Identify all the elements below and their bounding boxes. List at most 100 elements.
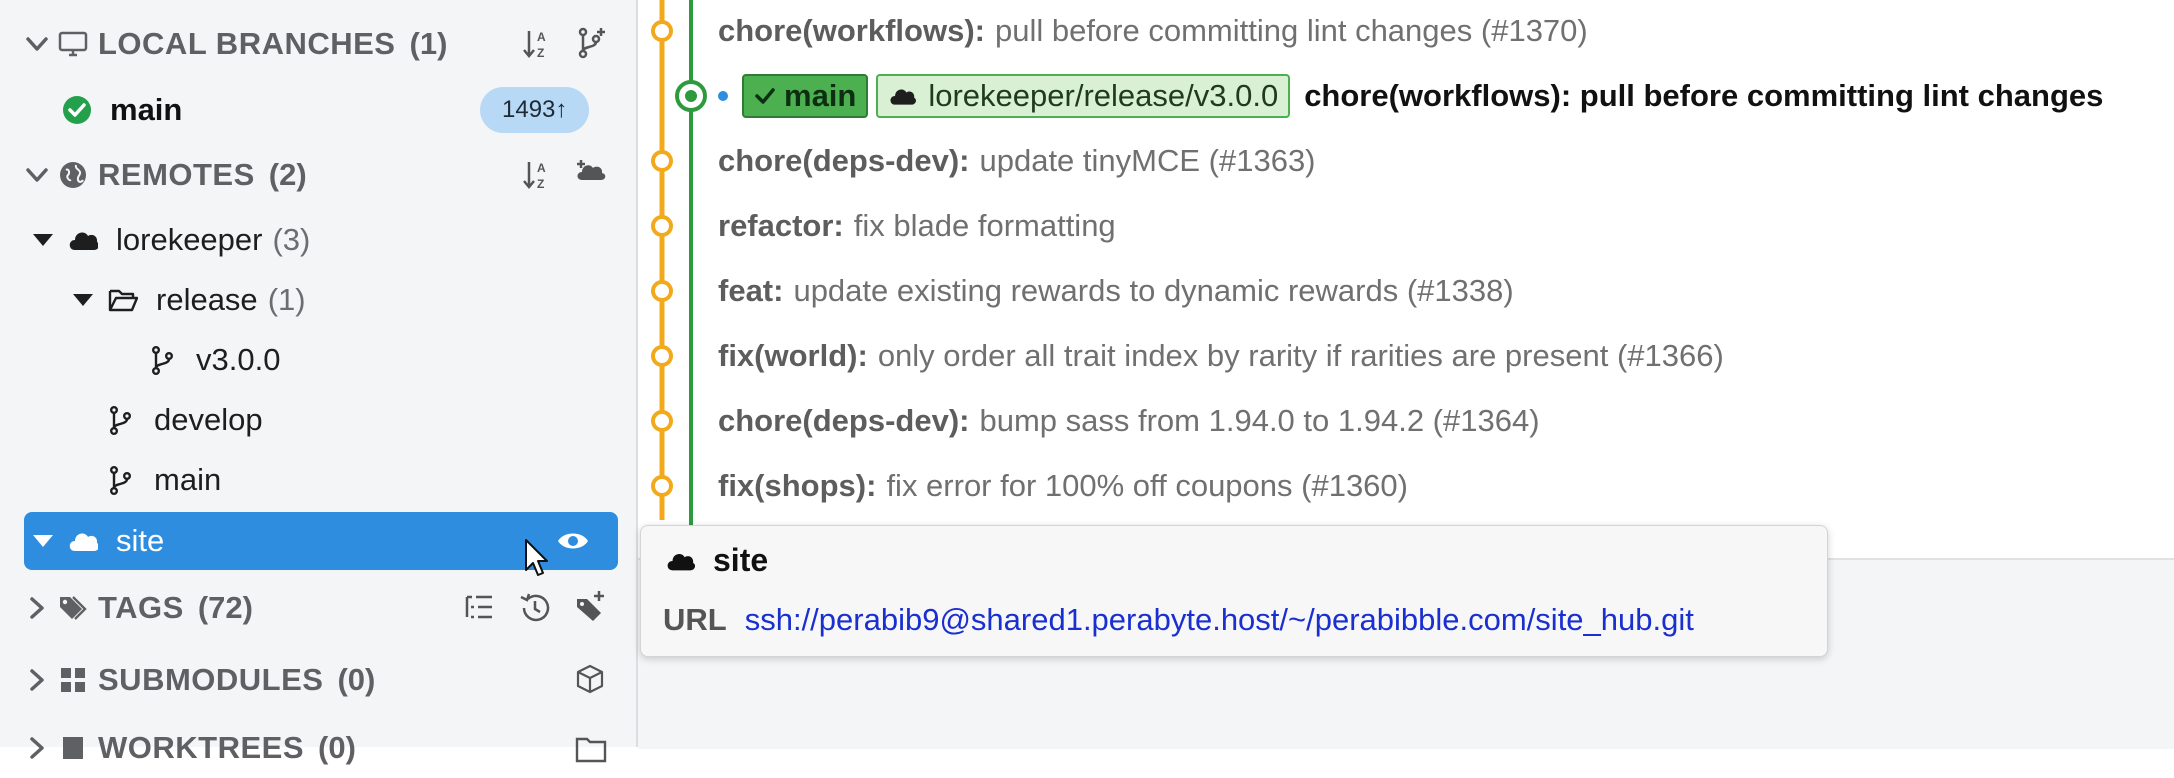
box-add-icon[interactable] xyxy=(574,662,608,696)
chevron-down-icon[interactable] xyxy=(22,160,52,190)
folder-release-count: (1) xyxy=(267,282,306,317)
check-circle-icon xyxy=(63,96,91,124)
commit-type: refactor: xyxy=(718,208,844,243)
local-branch-main-label: main xyxy=(110,92,183,127)
tags-title: TAGS xyxy=(98,590,184,625)
remote-branch-main[interactable]: main xyxy=(106,452,221,508)
tags-header[interactable]: TAGS (72) xyxy=(0,578,253,638)
commit-message: bump sass from 1.94.0 to 1.94.2 (#1364) xyxy=(979,403,1540,438)
chevron-right-icon[interactable] xyxy=(22,593,52,623)
svg-text:A: A xyxy=(537,161,546,175)
worktrees-title: WORKTREES xyxy=(98,730,304,765)
local-branch-main[interactable]: main xyxy=(62,82,182,138)
commit-type: chore(workflows): xyxy=(718,13,985,48)
cloud-icon xyxy=(69,232,98,250)
remote-lorekeeper-label: lorekeeper xyxy=(116,222,263,257)
sidebar: LOCAL BRANCHES (1) AZ main 1493↑ REMOTES… xyxy=(0,0,638,765)
sort-alpha-icon[interactable]: AZ xyxy=(520,158,554,192)
sort-alpha-icon[interactable]: AZ xyxy=(520,27,554,61)
tooltip-title-label: site xyxy=(713,542,769,578)
tooltip-url-label: URL xyxy=(663,602,727,637)
ahead-count-badge: 1493↑ xyxy=(480,87,590,133)
local-branches-count: (1) xyxy=(409,26,448,61)
local-branches-header[interactable]: LOCAL BRANCHES (1) xyxy=(0,14,447,74)
submodules-title: SUBMODULES xyxy=(98,662,324,697)
commit-row[interactable]: feat: update existing rewards to dynamic… xyxy=(718,268,1514,314)
branch-add-icon[interactable] xyxy=(574,26,608,60)
commit-type: fix(world): xyxy=(718,338,868,373)
commit-type: fix(shops): xyxy=(718,468,877,503)
remotes-count: (2) xyxy=(268,157,307,192)
commit-message: fix blade formatting xyxy=(853,208,1116,243)
remote-lorekeeper[interactable]: lorekeeper (3) xyxy=(32,212,310,268)
remote-branch-v300-label: v3.0.0 xyxy=(196,342,281,377)
remotes-title: REMOTES xyxy=(98,157,255,192)
remote-tag-release[interactable]: lorekeeper/release/v3.0.0 xyxy=(876,74,1291,118)
triangle-down-icon[interactable] xyxy=(72,289,94,311)
tag-add-icon[interactable] xyxy=(574,589,608,623)
branch-icon xyxy=(151,346,174,375)
commit-row[interactable]: fix(shops): fix error for 100% off coupo… xyxy=(718,463,1408,509)
submodules-header[interactable]: SUBMODULES (0) xyxy=(0,650,375,710)
folder-release[interactable]: release (1) xyxy=(72,272,306,328)
commit-row-head[interactable]: main lorekeeper/release/v3.0.0 chore(wor… xyxy=(742,73,2103,119)
mouse-cursor-icon xyxy=(525,539,548,576)
commit-type: feat: xyxy=(718,273,784,308)
commit-message: only order all trait index by rarity if … xyxy=(877,338,1724,373)
commit-row[interactable]: chore(workflows): pull before committing… xyxy=(718,8,1588,54)
folder-release-label: release xyxy=(156,282,258,317)
remotes-header[interactable]: REMOTES (2) xyxy=(0,145,307,205)
monitor-icon xyxy=(58,31,88,57)
remote-branch-main-label: main xyxy=(154,462,222,497)
remote-lorekeeper-count: (3) xyxy=(272,222,311,257)
commit-row[interactable]: chore(deps-dev): bump sass from 1.94.0 t… xyxy=(718,398,1540,444)
local-branches-title: LOCAL BRANCHES xyxy=(98,26,396,61)
cloud-add-icon[interactable] xyxy=(574,156,608,190)
cloud-icon xyxy=(667,553,695,570)
chevron-right-icon[interactable] xyxy=(22,733,52,763)
remote-branch-develop-label: develop xyxy=(154,402,263,437)
list-tree-icon[interactable] xyxy=(462,591,496,625)
tags-count: (72) xyxy=(197,590,253,625)
commit-row[interactable]: fix(world): only order all trait index b… xyxy=(718,333,1724,379)
branch-tag-main-label: main xyxy=(784,78,857,113)
cloud-icon xyxy=(69,533,98,551)
branch-icon xyxy=(109,466,132,495)
chevron-right-icon[interactable] xyxy=(22,665,52,695)
commit-message: fix error for 100% off coupons (#1360) xyxy=(886,468,1408,503)
remote-tag-release-label: lorekeeper/release/v3.0.0 xyxy=(928,78,1279,113)
commit-row[interactable]: chore(deps-dev): update tinyMCE (#1363) xyxy=(718,138,1316,184)
triangle-down-icon[interactable] xyxy=(32,229,54,251)
worktrees-header[interactable]: WORKTREES (0) xyxy=(0,718,356,778)
commit-type: chore(deps-dev): xyxy=(718,403,970,438)
chevron-down-icon[interactable] xyxy=(22,29,52,59)
svg-text:Z: Z xyxy=(537,46,544,60)
folder-open-icon xyxy=(108,289,138,312)
commit-message: pull before committing lint changes (#13… xyxy=(994,13,1588,48)
branch-tag-main[interactable]: main xyxy=(742,74,869,118)
tooltip-url-row: URL ssh://perabib9@shared1.perabyte.host… xyxy=(663,602,1694,638)
submodules-count: (0) xyxy=(337,662,376,697)
globe-icon xyxy=(60,162,86,188)
worktree-icon xyxy=(63,737,83,759)
remote-site-label: site xyxy=(116,523,165,558)
folder-add-icon[interactable] xyxy=(574,733,608,767)
triangle-down-icon[interactable] xyxy=(32,530,54,552)
commit-type: chore(deps-dev): xyxy=(718,143,970,178)
remote-tooltip: site URL ssh://perabib9@shared1.perabyte… xyxy=(640,525,1828,657)
cloud-icon xyxy=(890,89,917,105)
tags-icon xyxy=(60,596,87,620)
head-commit-message: chore(workflows): pull before committing… xyxy=(1304,78,2104,113)
head-indicator-dot xyxy=(718,91,728,101)
worktrees-count: (0) xyxy=(318,730,356,765)
commit-message: update tinyMCE (#1363) xyxy=(979,143,1316,178)
remote-branch-v300[interactable]: v3.0.0 xyxy=(148,332,280,388)
history-icon[interactable] xyxy=(518,591,552,625)
svg-text:Z: Z xyxy=(537,177,544,191)
commit-message: update existing rewards to dynamic rewar… xyxy=(793,273,1514,308)
check-icon xyxy=(755,88,775,104)
tooltip-url-value[interactable]: ssh://perabib9@shared1.perabyte.host/~/p… xyxy=(745,602,1694,638)
remote-branch-develop[interactable]: develop xyxy=(106,392,263,448)
eye-icon[interactable] xyxy=(556,524,590,558)
commit-row[interactable]: refactor: fix blade formatting xyxy=(718,203,1116,249)
